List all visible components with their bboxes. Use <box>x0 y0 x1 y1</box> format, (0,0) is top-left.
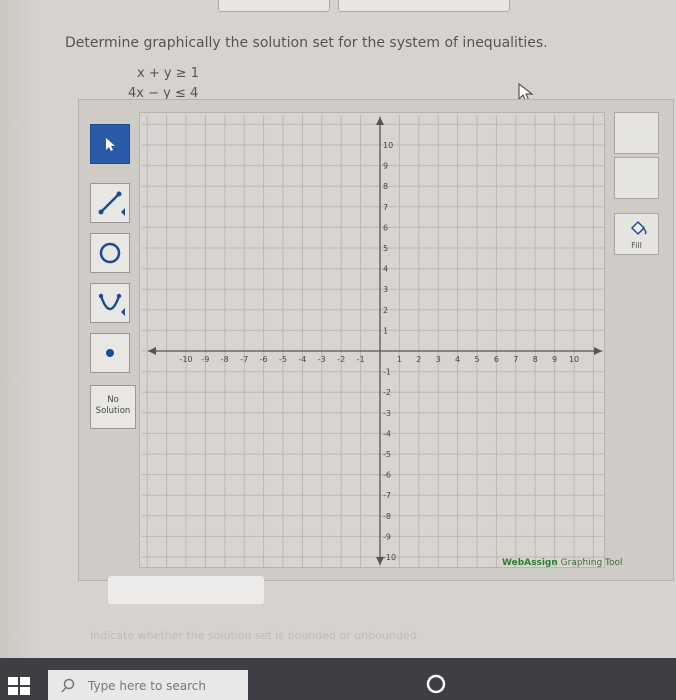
x-tick-label: -3 <box>318 355 326 364</box>
x-tick-label: 6 <box>494 355 499 364</box>
x-tick-label: -8 <box>221 355 229 364</box>
y-tick-label: 5 <box>383 244 388 253</box>
x-tick-label: -6 <box>260 355 268 364</box>
top-button-1[interactable] <box>218 0 330 12</box>
y-tick-label: 4 <box>383 265 388 274</box>
y-tick-label: -10 <box>383 553 396 562</box>
point-tool-button[interactable] <box>90 333 130 373</box>
cortana-icon[interactable] <box>422 670 450 698</box>
pointer-icon <box>106 138 115 151</box>
y-tick-label: -6 <box>383 471 391 480</box>
top-button-2[interactable] <box>338 0 510 12</box>
y-tick-label: 3 <box>383 285 388 294</box>
y-tick-label: -4 <box>383 429 391 438</box>
x-tick-label: 8 <box>533 355 538 364</box>
x-tick-label: 5 <box>474 355 479 364</box>
no-solution-button[interactable]: No Solution <box>90 385 136 429</box>
y-tick-label: 10 <box>383 141 393 150</box>
x-tick-label: 9 <box>552 355 557 364</box>
y-tick-label: 8 <box>383 182 388 191</box>
x-tick-label: 2 <box>416 355 421 364</box>
x-tick-label: 1 <box>397 355 402 364</box>
fill-label: Fill <box>631 241 642 250</box>
pointer-tool-button[interactable] <box>90 124 130 164</box>
line-tool-button[interactable] <box>90 183 130 223</box>
y-tick-label: -5 <box>383 450 391 459</box>
y-tick-label: -1 <box>383 368 391 377</box>
x-tick-label: 3 <box>436 355 441 364</box>
no-solution-label: No Solution <box>95 395 131 416</box>
delete-button[interactable] <box>614 112 659 154</box>
parabola-tool-button[interactable] <box>90 283 130 323</box>
answer-bar <box>108 576 264 604</box>
line-icon <box>98 191 125 216</box>
bounded-question: Indicate whether the solution set is bou… <box>90 629 421 642</box>
y-axis-arrow-up <box>376 117 384 125</box>
y-tick-label: -8 <box>383 512 391 521</box>
y-tick-label: -2 <box>383 388 391 397</box>
x-tick-label: -10 <box>179 355 192 364</box>
y-tick-label: 2 <box>383 306 388 315</box>
y-tick-label: -3 <box>383 409 391 418</box>
circle-tool-button[interactable] <box>90 233 130 273</box>
inequality-1: x + y ≥ 1 <box>137 66 199 81</box>
y-tick-label: 1 <box>383 326 388 335</box>
clear-button[interactable] <box>614 157 659 199</box>
coordinate-graph[interactable]: -10 -9 -8 -7 -6 -5 -4 -3 -2 -1 1 2 3 4 5 6 7 8 9 10 10 9 8 7 6 5 4… <box>139 112 605 568</box>
x-axis-arrow-left <box>148 347 156 355</box>
paint-bucket-icon <box>630 220 647 236</box>
graph-svg[interactable]: -10 -9 -8 -7 -6 -5 -4 -3 -2 -1 1 2 3 4 5 6 7 8 9 10 10 9 8 7 6 5 4… <box>140 113 606 569</box>
y-tick-label: 9 <box>383 162 388 171</box>
x-tick-label: -2 <box>337 355 345 364</box>
x-tick-label: -1 <box>357 355 365 364</box>
x-tick-label: -4 <box>298 355 306 364</box>
fill-button[interactable]: Fill <box>614 213 659 255</box>
x-tick-label: 7 <box>513 355 518 364</box>
graphing-tool-label: Graphing Tool <box>560 558 623 568</box>
taskbar-search-input[interactable]: Type here to search <box>48 670 248 700</box>
search-placeholder: Type here to search <box>88 679 206 693</box>
x-tick-label: -9 <box>201 355 209 364</box>
question-text: Determine graphically the solution set f… <box>65 35 548 51</box>
x-tick-label: 10 <box>569 355 579 364</box>
point-icon <box>106 349 114 357</box>
x-axis-arrow-right <box>594 347 602 355</box>
y-tick-label: -9 <box>383 532 391 541</box>
x-tick-label: -5 <box>279 355 287 364</box>
webassign-brand: WebAssign <box>502 558 558 568</box>
y-tick-label: 6 <box>383 223 388 232</box>
circle-icon <box>99 242 121 264</box>
webassign-logo: WebAssign Graphing Tool <box>502 558 623 568</box>
photo-shadow <box>0 0 38 700</box>
y-tick-label: 7 <box>383 203 388 212</box>
search-icon <box>61 678 75 693</box>
windows-start-icon[interactable] <box>8 677 32 697</box>
parabola-icon <box>98 293 125 316</box>
x-tick-label: -7 <box>240 355 248 364</box>
x-tick-label: 4 <box>455 355 460 364</box>
y-tick-label: -7 <box>383 491 391 500</box>
